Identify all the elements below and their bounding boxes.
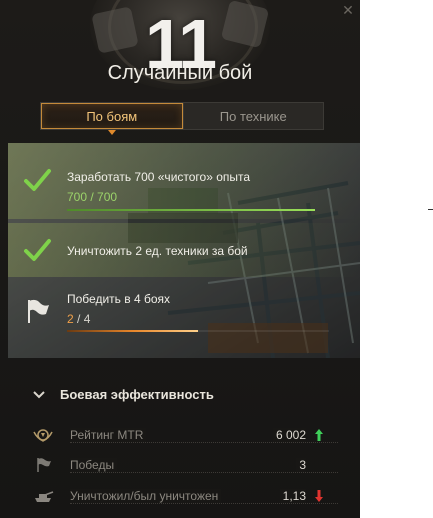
stat-value: 1,13 (279, 489, 306, 503)
stat-label: Уничтожил/был уничтожен (70, 489, 222, 503)
mission-label: Уничтожить 2 ед. техники за бой (67, 244, 248, 258)
mission-item[interactable]: Уничтожить 2 ед. техники за бой (8, 223, 360, 277)
mission-label: Победить в 4 боях (67, 292, 170, 306)
effectiveness-header[interactable]: Боевая эффективность (32, 387, 214, 402)
trend-up-icon (315, 429, 323, 441)
mission-progress-text: 2 / 4 (67, 312, 90, 326)
tab-bar: По боям По технике (40, 102, 324, 135)
mission-item[interactable]: Заработать 700 «чистого» опыта 700 / 700 (8, 143, 360, 219)
battle-results-panel: 11 ✕ Случайный бой По боям По технике За… (0, 0, 360, 518)
flag-icon (37, 458, 51, 472)
mission-progress-text: 700 / 700 (67, 190, 118, 204)
chevron-down-icon[interactable] (32, 388, 46, 402)
rating-emblem-icon (33, 429, 53, 442)
divider (428, 209, 433, 210)
tank-icon (35, 491, 54, 502)
mission-progress-separator: / (73, 312, 84, 326)
mission-progress-current: 2 (67, 312, 74, 326)
mission-progress-bar (67, 209, 315, 211)
tab-active-arrow-icon (107, 130, 116, 135)
stat-label: Рейтинг MTR (70, 428, 147, 442)
checkmark-icon (24, 239, 51, 261)
stat-row-rating: Рейтинг MTR 6 002 (32, 426, 338, 446)
tab-by-vehicles[interactable]: По технике (182, 103, 323, 129)
mission-progress-fill (67, 209, 315, 211)
stat-row-wins: Победы 3 (32, 456, 338, 476)
trend-down-icon (315, 490, 323, 502)
mission-progress-total: 4 (83, 312, 91, 326)
tab-by-battles[interactable]: По боям (41, 103, 183, 135)
tab-label: По боям (86, 108, 138, 124)
mission-label: Заработать 700 «чистого» опыта (67, 170, 251, 184)
page-title: Случайный бой (107, 62, 253, 84)
mission-progress-bar (67, 330, 329, 332)
stat-value: 3 (296, 458, 306, 472)
close-icon[interactable]: ✕ (340, 2, 356, 18)
flag-icon (28, 299, 49, 323)
missions-list: Заработать 700 «чистого» опыта 700 / 700… (8, 143, 360, 358)
mission-item[interactable]: Победить в 4 боях 2 / 4 (8, 283, 360, 343)
stat-label: Победы (70, 458, 118, 472)
effectiveness-title: Боевая эффективность (60, 387, 214, 402)
tab-label: По технике (219, 108, 287, 124)
stat-row-kd: Уничтожил/был уничтожен 1,13 (32, 487, 338, 507)
mission-progress-fill (67, 330, 198, 332)
stat-value: 6 002 (272, 428, 306, 442)
checkmark-icon (24, 169, 51, 191)
